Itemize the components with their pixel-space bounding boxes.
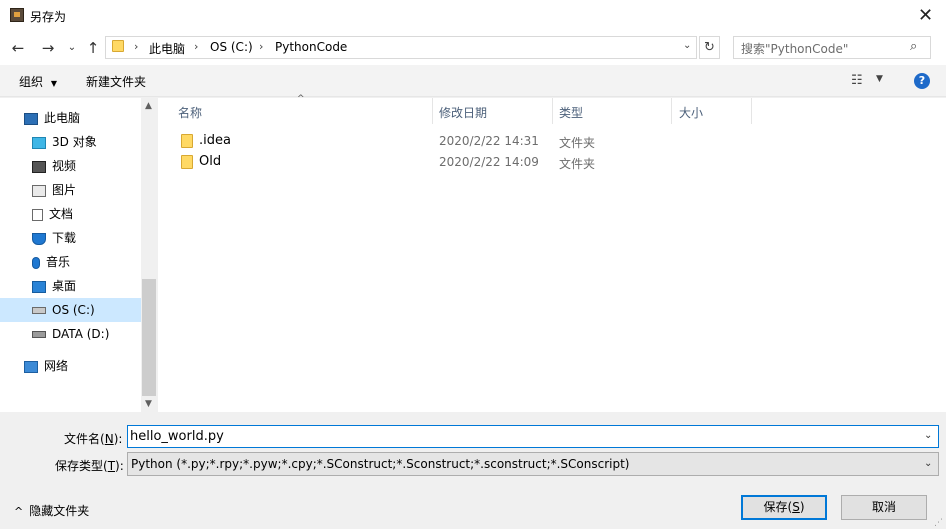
sidebar-item-this-pc[interactable]: 此电脑 xyxy=(0,106,141,130)
sidebar-item-label: 图片 xyxy=(52,183,77,197)
folder-icon xyxy=(181,134,193,148)
scroll-down-button[interactable]: ▼ xyxy=(145,399,152,409)
sidebar-item-os-c[interactable]: OS (C:) xyxy=(0,298,141,322)
chevron-up-icon: ^ xyxy=(14,505,24,518)
column-header-type[interactable]: 类型 xyxy=(559,104,583,121)
app-icon xyxy=(10,8,24,22)
3d-objects-icon xyxy=(32,136,46,149)
recent-locations-button[interactable]: ⌄ xyxy=(62,38,82,58)
filetype-label-text: 保存类型 xyxy=(55,459,104,473)
sidebar-item-label: 下载 xyxy=(52,231,77,245)
filename-access-key: N xyxy=(104,432,114,446)
breadcrumb-os-c[interactable]: OS (C:) xyxy=(210,40,253,54)
view-options-icon[interactable]: ☷ xyxy=(851,73,863,88)
filename-label: 文件名(N): xyxy=(64,432,123,446)
downloads-icon xyxy=(32,232,46,245)
filetype-select[interactable]: Python (*.py;*.rpy;*.pyw;*.cpy;*.SConstr… xyxy=(127,452,939,476)
save-access-key: S xyxy=(792,500,800,514)
refresh-button[interactable]: ↻ xyxy=(699,36,720,59)
sidebar-item-label: 视频 xyxy=(52,159,77,173)
file-name[interactable]: Old xyxy=(199,154,221,169)
sort-ascending-icon: ^ xyxy=(297,94,305,104)
filetype-label: 保存类型(T): xyxy=(55,459,124,473)
sidebar-item-network[interactable]: 网络 xyxy=(0,354,141,378)
sidebar-item-label: 音乐 xyxy=(46,255,71,269)
sidebar-item-data-d[interactable]: DATA (D:) xyxy=(0,322,141,346)
view-dropdown-button[interactable]: ▼ xyxy=(876,74,883,84)
save-button[interactable]: 保存(S) xyxy=(741,495,827,520)
file-modified: 2020/2/22 14:31 xyxy=(439,134,539,148)
new-folder-button[interactable]: 新建文件夹 xyxy=(86,73,146,90)
breadcrumb-this-pc[interactable]: 此电脑 xyxy=(149,40,185,57)
column-header-size[interactable]: 大小 xyxy=(679,104,703,121)
chevron-right-icon[interactable]: › xyxy=(259,40,263,53)
search-placeholder: 搜索"PythonCode" xyxy=(741,42,849,56)
column-divider[interactable] xyxy=(671,98,672,124)
sidebar-item-desktop[interactable]: 桌面 xyxy=(0,274,141,298)
video-icon xyxy=(32,160,46,173)
up-button[interactable]: ↑ xyxy=(83,38,103,58)
sidebar-item-label: 3D 对象 xyxy=(52,135,97,149)
caret-down-icon: ▼ xyxy=(50,79,57,88)
sidebar-item-downloads[interactable]: 下载 xyxy=(0,226,141,250)
column-divider[interactable] xyxy=(432,98,433,124)
sidebar-item-label: OS (C:) xyxy=(52,303,95,317)
folder-icon xyxy=(181,155,193,169)
filetype-dropdown-button[interactable]: ⌄ xyxy=(924,458,932,469)
title-bar xyxy=(0,0,946,31)
sidebar-item-music[interactable]: 音乐 xyxy=(0,250,141,274)
address-dropdown-button[interactable]: ⌄ xyxy=(683,40,691,51)
column-divider[interactable] xyxy=(751,98,752,124)
filetype-access-key: T xyxy=(107,459,116,473)
network-icon xyxy=(24,360,38,373)
sidebar-item-label: DATA (D:) xyxy=(52,327,110,341)
back-button[interactable]: ← xyxy=(8,38,28,58)
help-icon[interactable]: ? xyxy=(914,73,930,89)
sidebar-scrollbar-thumb[interactable] xyxy=(142,279,156,396)
drive-c-icon xyxy=(32,307,46,314)
organize-button[interactable]: 组织 ▼ xyxy=(19,73,57,90)
sidebar-item-label: 网络 xyxy=(44,359,69,373)
breadcrumb-pythoncode[interactable]: PythonCode xyxy=(275,40,347,54)
filename-input[interactable] xyxy=(127,425,939,448)
organize-label: 组织 xyxy=(19,75,44,89)
pictures-icon xyxy=(32,184,46,197)
resize-grip[interactable]: ⋰ xyxy=(934,518,943,528)
documents-icon xyxy=(32,208,43,221)
scroll-up-button[interactable]: ▲ xyxy=(145,101,152,111)
cancel-button[interactable]: 取消 xyxy=(841,495,927,520)
chevron-right-icon[interactable]: › xyxy=(194,40,198,53)
sidebar-item-pictures[interactable]: 图片 xyxy=(0,178,141,202)
drive-d-icon xyxy=(32,331,46,338)
file-type: 文件夹 xyxy=(559,157,596,171)
music-icon xyxy=(32,256,40,269)
hide-folders-button[interactable]: ^ 隐藏文件夹 xyxy=(14,502,89,519)
column-header-name[interactable]: 名称 xyxy=(178,104,202,121)
file-type: 文件夹 xyxy=(559,136,596,150)
column-divider[interactable] xyxy=(552,98,553,124)
sidebar-item-label: 桌面 xyxy=(52,279,77,293)
chevron-right-icon[interactable]: › xyxy=(134,40,138,53)
sidebar-item-3d-objects[interactable]: 3D 对象 xyxy=(0,130,141,154)
column-header-modified[interactable]: 修改日期 xyxy=(439,104,487,121)
sidebar-item-documents[interactable]: 文档 xyxy=(0,202,141,226)
close-button[interactable]: ✕ xyxy=(905,0,946,31)
folder-icon xyxy=(112,40,124,52)
sidebar-item-videos[interactable]: 视频 xyxy=(0,154,141,178)
forward-button[interactable]: → xyxy=(38,38,58,58)
sidebar-item-label: 此电脑 xyxy=(44,111,81,125)
filename-dropdown-button[interactable]: ⌄ xyxy=(924,430,932,441)
desktop-icon xyxy=(32,280,46,293)
pc-icon xyxy=(24,112,38,125)
window-title: 另存为 xyxy=(30,10,67,24)
save-label: 保存 xyxy=(763,500,788,514)
hide-folders-label: 隐藏文件夹 xyxy=(29,504,90,518)
search-icon[interactable]: ⌕ xyxy=(910,39,917,54)
file-name[interactable]: .idea xyxy=(199,133,231,148)
sidebar-item-label: 文档 xyxy=(49,207,74,221)
filename-label-text: 文件名 xyxy=(64,432,101,446)
file-modified: 2020/2/22 14:09 xyxy=(439,155,539,169)
